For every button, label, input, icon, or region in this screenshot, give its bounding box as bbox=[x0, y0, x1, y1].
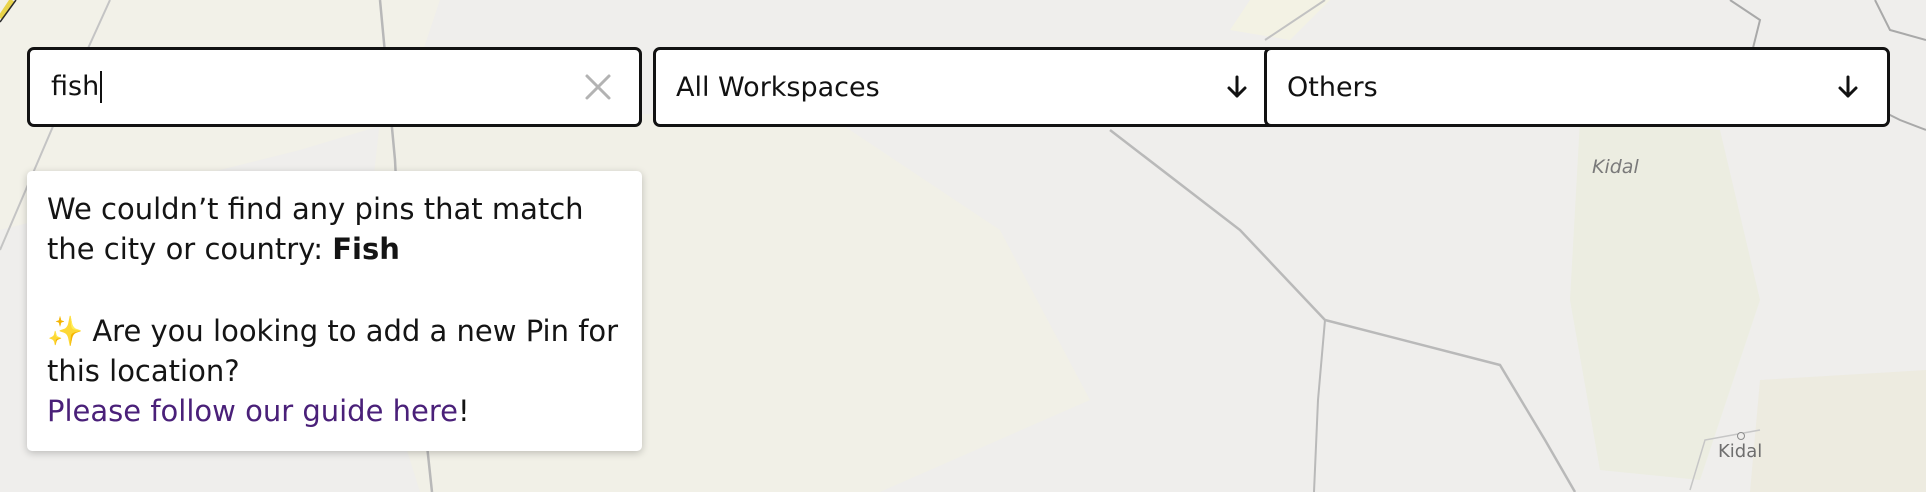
no-results-message: We couldn’t find any pins that match the… bbox=[47, 189, 622, 269]
sparkles-icon: ✨ bbox=[47, 314, 84, 348]
query-term: Fish bbox=[332, 232, 400, 266]
workspace-dropdown[interactable]: All Workspaces bbox=[653, 47, 1279, 127]
search-input-value: fish bbox=[51, 70, 100, 102]
map-region-label: Kidal bbox=[1592, 156, 1639, 178]
text-cursor bbox=[100, 71, 103, 104]
guide-link[interactable]: Please follow our guide here bbox=[47, 394, 458, 428]
map-city-label: Kidal bbox=[1718, 441, 1763, 462]
suggestion-text: Are you looking to add a new Pin for thi… bbox=[47, 314, 619, 388]
map-view[interactable]: Kidal Kidal fish All Workspaces Others W… bbox=[0, 0, 1926, 492]
close-icon[interactable] bbox=[581, 70, 615, 104]
guide-line: Please follow our guide here! bbox=[47, 391, 622, 431]
add-pin-suggestion: ✨ Are you looking to add a new Pin for t… bbox=[47, 311, 622, 391]
search-input[interactable]: fish bbox=[30, 70, 103, 104]
arrow-down-icon[interactable] bbox=[1226, 74, 1248, 100]
guide-suffix: ! bbox=[458, 394, 470, 428]
city-marker-icon[interactable] bbox=[1737, 432, 1745, 440]
search-field[interactable]: fish bbox=[27, 47, 642, 127]
workspace-dropdown-value: All Workspaces bbox=[676, 71, 880, 103]
no-results-text: We couldn’t find any pins that match the… bbox=[47, 192, 584, 266]
category-dropdown[interactable]: Others bbox=[1264, 47, 1890, 127]
arrow-down-icon[interactable] bbox=[1837, 74, 1859, 100]
category-dropdown-value: Others bbox=[1287, 71, 1378, 103]
no-results-panel: We couldn’t find any pins that match the… bbox=[27, 171, 642, 451]
